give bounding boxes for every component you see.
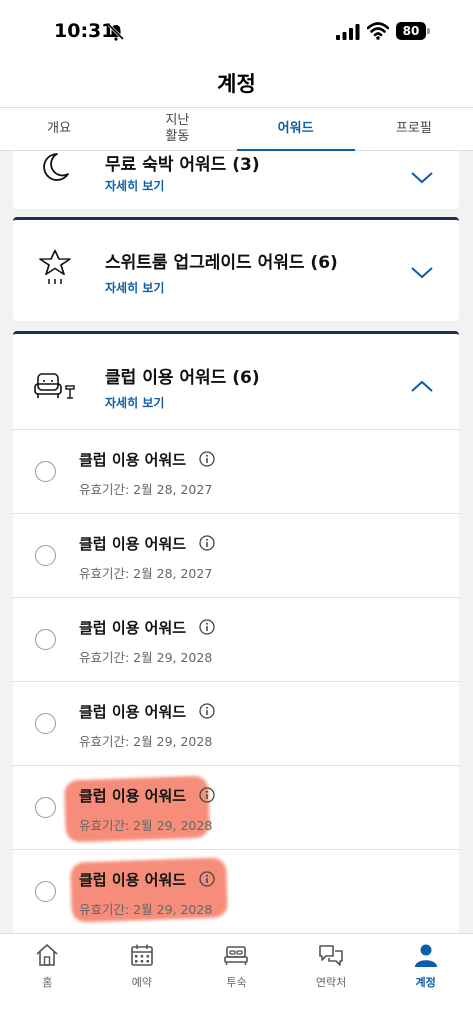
chevron-down-icon[interactable] <box>410 264 434 280</box>
chevron-down-icon[interactable] <box>410 169 434 185</box>
reward-row[interactable]: 클럽 이용 어워드 유효기간: 2월 29, 2028 <box>13 849 459 933</box>
tab-profile[interactable]: 프로필 <box>355 108 473 150</box>
bottom-nav: 홈 예약 투숙 연락처 계정 <box>0 933 473 1024</box>
nav-contact[interactable]: 연락처 <box>284 934 379 1024</box>
tab-label: 프로필 <box>395 121 432 136</box>
nav-label: 투숙 <box>226 976 247 989</box>
nav-label: 홈 <box>42 976 53 989</box>
reward-row[interactable]: 클럽 이용 어워드 유효기간: 2월 29, 2028 <box>13 597 459 681</box>
tab-label: 어워드 <box>277 121 314 136</box>
club-access-award-card[interactable]: 클럽 이용 어워드 (6) 자세히 보기 클럽 이용 어워드 유효기간: 2월 … <box>13 331 459 933</box>
status-bar: 10:31 80 <box>0 0 473 60</box>
bell-muted-icon <box>107 23 125 41</box>
reward-row[interactable]: 클럽 이용 어워드 유효기간: 2월 29, 2028 <box>13 765 459 849</box>
reward-radio[interactable] <box>35 881 56 902</box>
reward-radio[interactable] <box>35 797 56 818</box>
page-title: 계정 <box>217 72 256 96</box>
nav-stays[interactable]: 투숙 <box>189 934 284 1024</box>
person-icon <box>414 944 437 967</box>
reward-radio[interactable] <box>35 461 56 482</box>
reward-name: 클럽 이용 어워드 <box>79 535 187 553</box>
nav-home[interactable]: 홈 <box>0 934 95 1024</box>
star-icon <box>39 249 71 284</box>
awards-content[interactable]: 무료 숙박 어워드 (3) 자세히 보기 스위트룸 업그레이드 어워드 (6) … <box>0 151 473 933</box>
details-link[interactable]: 자세히 보기 <box>105 177 164 194</box>
reward-expiry: 유효기간: 2월 29, 2028 <box>79 818 213 833</box>
reward-expiry: 유효기간: 2월 28, 2027 <box>79 566 213 581</box>
cellular-signal-icon <box>336 24 360 40</box>
nav-label: 연락처 <box>315 976 347 989</box>
header: 계정 <box>0 60 473 108</box>
tab-label: 개요 <box>47 121 72 136</box>
reward-expiry: 유효기간: 2월 29, 2028 <box>79 734 213 749</box>
info-icon[interactable] <box>199 787 215 803</box>
nav-reservations[interactable]: 예약 <box>95 934 190 1024</box>
card-title: 스위트룸 업그레이드 어워드 (6) <box>105 253 338 273</box>
free-night-award-card[interactable]: 무료 숙박 어워드 (3) 자세히 보기 <box>13 151 459 209</box>
reward-name: 클럽 이용 어워드 <box>79 703 187 721</box>
reward-row[interactable]: 클럽 이용 어워드 유효기간: 2월 28, 2027 <box>13 429 459 513</box>
reward-radio[interactable] <box>35 545 56 566</box>
reward-expiry: 유효기간: 2월 29, 2028 <box>79 902 213 917</box>
wifi-icon <box>367 22 389 40</box>
tab-label: 지난 활동 <box>165 113 190 144</box>
info-icon[interactable] <box>199 871 215 887</box>
tab-awards[interactable]: 어워드 <box>236 108 356 151</box>
nav-label: 예약 <box>131 976 153 989</box>
reward-expiry: 유효기간: 2월 28, 2027 <box>79 482 213 497</box>
card-title: 무료 숙박 어워드 (3) <box>105 155 260 175</box>
moon-icon <box>43 153 69 181</box>
reward-expiry: 유효기간: 2월 29, 2028 <box>79 650 213 665</box>
reward-row[interactable]: 클럽 이용 어워드 유효기간: 2월 28, 2027 <box>13 513 459 597</box>
reward-name: 클럽 이용 어워드 <box>79 619 187 637</box>
reward-row[interactable]: 클럽 이용 어워드 유효기간: 2월 29, 2028 <box>13 681 459 765</box>
calendar-icon <box>131 944 153 966</box>
info-icon[interactable] <box>199 535 215 551</box>
chat-icon <box>319 945 343 966</box>
status-time: 10:31 <box>54 20 115 42</box>
info-icon[interactable] <box>199 451 215 467</box>
details-link[interactable]: 자세히 보기 <box>105 394 164 411</box>
battery-icon: 80 <box>396 22 430 40</box>
reward-radio[interactable] <box>35 629 56 650</box>
card-title: 클럽 이용 어워드 (6) <box>105 368 260 388</box>
info-icon[interactable] <box>199 619 215 635</box>
nav-account[interactable]: 계정 <box>378 934 473 1024</box>
reward-radio[interactable] <box>35 713 56 734</box>
home-icon <box>36 944 58 966</box>
reward-name: 클럽 이용 어워드 <box>79 787 187 805</box>
details-link[interactable]: 자세히 보기 <box>105 279 164 296</box>
reward-name: 클럽 이용 어워드 <box>79 451 187 469</box>
lounge-chair-icon <box>34 373 75 399</box>
tab-past-activity[interactable]: 지난 활동 <box>118 108 236 150</box>
tab-overview[interactable]: 개요 <box>0 108 118 150</box>
suite-upgrade-award-card[interactable]: 스위트룸 업그레이드 어워드 (6) 자세히 보기 <box>13 217 459 321</box>
battery-level: 80 <box>396 22 426 40</box>
info-icon[interactable] <box>199 703 215 719</box>
nav-label: 계정 <box>415 976 436 989</box>
chevron-up-icon[interactable] <box>410 378 434 394</box>
bed-icon <box>224 946 249 965</box>
reward-name: 클럽 이용 어워드 <box>79 871 187 889</box>
tab-bar: 개요 지난 활동 어워드 프로필 <box>0 108 473 151</box>
